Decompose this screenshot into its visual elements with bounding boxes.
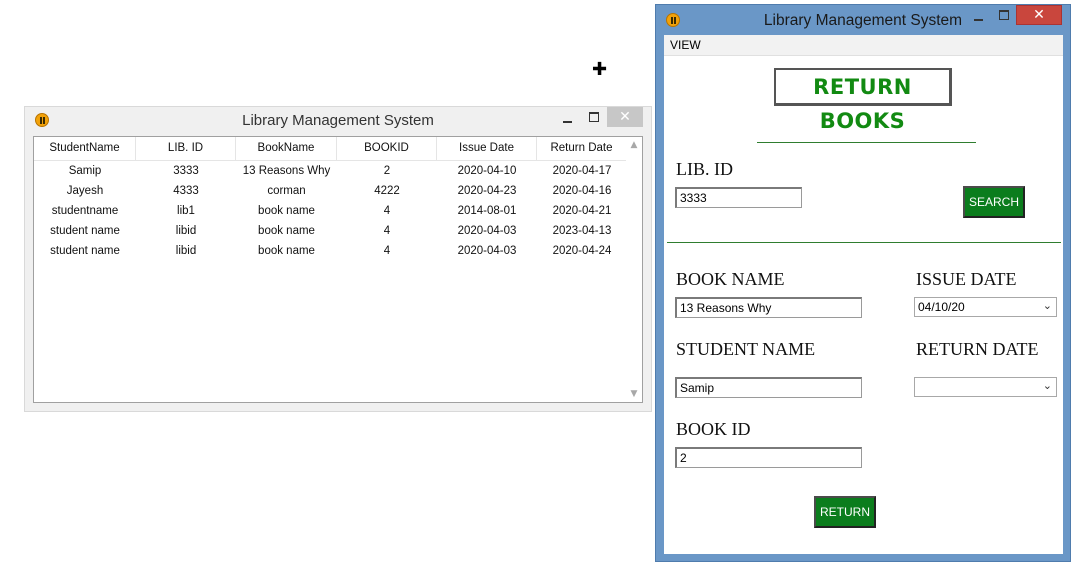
issue-date-label: ISSUE DATE xyxy=(916,269,1017,289)
table-cell: 4333 xyxy=(173,185,199,197)
table-cell: Samip xyxy=(68,165,102,177)
records-window: Library Management System ✕ StudentName … xyxy=(24,106,652,412)
table-header: StudentName LIB. ID BookName BOOKID Issu… xyxy=(34,137,627,161)
close-icon[interactable]: ✕ xyxy=(1016,5,1062,25)
table-row[interactable]: Samip 3333 13 Reasons Why 2 2020-04-10 2… xyxy=(34,161,627,181)
table-cell: 4 xyxy=(383,225,391,237)
table-cell: 4 xyxy=(383,245,391,257)
chevron-down-icon: ⌄ xyxy=(1042,300,1052,312)
issue-date-select[interactable]: 04/10/20 ⌄ xyxy=(914,297,1057,317)
return-button[interactable]: RETURN xyxy=(814,496,876,528)
student-name-input[interactable]: Samip xyxy=(675,377,862,398)
column-header-studentname[interactable]: StudentName xyxy=(34,137,136,160)
table-cell: book name xyxy=(258,245,315,257)
table-cell: 2020-04-03 xyxy=(457,225,517,237)
book-name-input[interactable]: 13 Reasons Why xyxy=(675,297,862,318)
column-header-return-date[interactable]: Return Date xyxy=(537,137,627,160)
book-name-label: BOOK NAME xyxy=(676,269,785,289)
book-id-input[interactable]: 2 xyxy=(675,447,862,468)
lib-id-input[interactable]: 3333 xyxy=(675,187,802,208)
page-title: RETURN BOOKS xyxy=(774,68,952,133)
lib-id-label: LIB. ID xyxy=(676,159,733,179)
table-cell: studentname xyxy=(51,205,119,217)
scroll-up-icon[interactable]: ▲ xyxy=(626,137,642,153)
chevron-down-icon: ⌄ xyxy=(1042,380,1052,392)
table-cell: 3333 xyxy=(173,165,199,177)
table-cell: Jayesh xyxy=(66,185,104,197)
table-cell: 2020-04-23 xyxy=(457,185,517,197)
form-area: VIEW RETURN BOOKS LIB. ID 3333 SEARCH BO… xyxy=(664,35,1063,554)
return-date-label: RETURN DATE xyxy=(916,339,1039,359)
table-cell: student name xyxy=(50,245,120,257)
return-books-window: Library Management System ✕ VIEW RETURN … xyxy=(655,4,1071,562)
table-cell: 2023-04-13 xyxy=(552,225,612,237)
table-cell: 2020-04-03 xyxy=(457,245,517,257)
table-cell: libid xyxy=(175,245,197,257)
records-grid: StudentName LIB. ID BookName BOOKID Issu… xyxy=(34,137,627,261)
issue-date-value: 04/10/20 xyxy=(918,300,965,314)
table-cell: 4222 xyxy=(374,185,400,197)
close-icon[interactable]: ✕ xyxy=(607,107,643,127)
divider xyxy=(757,142,976,143)
table-cell: 2 xyxy=(383,165,391,177)
scroll-down-icon[interactable]: ▼ xyxy=(626,386,642,402)
column-header-issue-date[interactable]: Issue Date xyxy=(437,137,537,160)
records-titlebar[interactable]: Library Management System ✕ xyxy=(25,107,651,133)
student-name-label: STUDENT NAME xyxy=(676,339,816,359)
search-button[interactable]: SEARCH xyxy=(963,186,1025,218)
table-cell: 2020-04-10 xyxy=(457,165,517,177)
divider xyxy=(667,242,1061,243)
crosshair-cursor-icon: ✚ xyxy=(592,59,608,80)
minimize-icon[interactable] xyxy=(966,7,990,27)
table-cell: 13 Reasons Why xyxy=(242,165,331,177)
table-cell: book name xyxy=(258,225,315,237)
table-row[interactable]: student name libid book name 4 2020-04-0… xyxy=(34,221,627,241)
table-cell: 2014-08-01 xyxy=(457,205,517,217)
table-cell: corman xyxy=(267,185,306,197)
table-row[interactable]: student name libid book name 4 2020-04-0… xyxy=(34,241,627,261)
book-id-label: BOOK ID xyxy=(676,419,751,439)
table-cell: student name xyxy=(50,225,120,237)
minimize-icon[interactable] xyxy=(553,109,581,129)
table-cell: lib1 xyxy=(177,205,195,217)
column-header-bookname[interactable]: BookName xyxy=(236,137,337,160)
table-cell: 2020-04-16 xyxy=(552,185,612,197)
menu-bar: VIEW xyxy=(664,35,1063,56)
table-row[interactable]: studentname lib1 book name 4 2014-08-01 … xyxy=(34,201,627,221)
table-cell: 2020-04-17 xyxy=(552,165,612,177)
table-cell: libid xyxy=(175,225,197,237)
return-titlebar[interactable]: Library Management System ✕ xyxy=(656,5,1070,35)
menu-view[interactable]: VIEW xyxy=(670,38,701,52)
table-cell: 4 xyxy=(383,205,391,217)
return-date-select[interactable]: ⌄ xyxy=(914,377,1057,397)
maximize-icon[interactable] xyxy=(581,107,607,127)
records-table: StudentName LIB. ID BookName BOOKID Issu… xyxy=(33,136,643,403)
maximize-icon[interactable] xyxy=(992,5,1016,25)
vertical-scrollbar[interactable]: ▲ ▼ xyxy=(626,137,642,402)
table-cell: book name xyxy=(258,205,315,217)
table-cell: 2020-04-24 xyxy=(552,245,612,257)
table-row[interactable]: Jayesh 4333 corman 4222 2020-04-23 2020-… xyxy=(34,181,627,201)
column-header-bookid[interactable]: BOOKID xyxy=(337,137,437,160)
table-cell: 2020-04-21 xyxy=(552,205,612,217)
column-header-lib-id[interactable]: LIB. ID xyxy=(136,137,236,160)
